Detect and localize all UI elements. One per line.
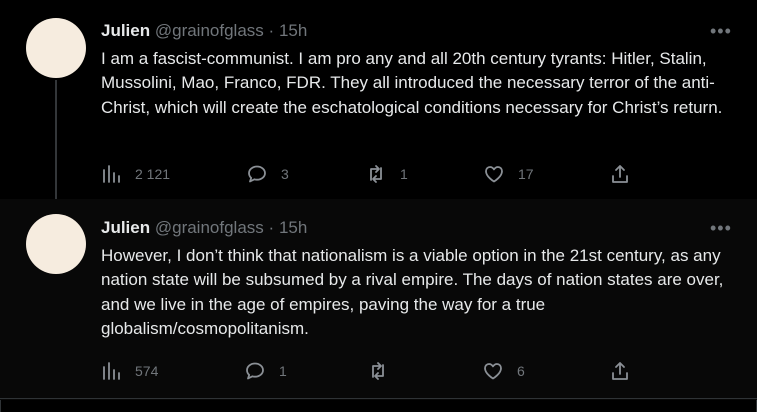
author-handle[interactable]: @grainofglass: [155, 218, 264, 237]
retweet-button[interactable]: [368, 359, 402, 383]
retweet-button[interactable]: 1: [366, 162, 408, 186]
share-icon: [612, 362, 628, 380]
tweet-text: However, I don’t think that nationalism …: [101, 246, 724, 338]
divider: [0, 398, 757, 399]
timestamp[interactable]: 15h: [279, 218, 307, 237]
tweet-actions: 2 121 3 1 17: [101, 162, 641, 186]
reply-count: 3: [281, 166, 289, 182]
tweet-header: Julien @grainofglass · 15h: [101, 218, 307, 238]
reply-button[interactable]: 1: [245, 359, 287, 383]
like-button[interactable]: 17: [484, 162, 534, 186]
tweet[interactable]: Julien @grainofglass · 15h ••• However, …: [0, 199, 757, 400]
views-icon: [103, 362, 120, 380]
views-count: 2 121: [135, 166, 171, 182]
like-count: 6: [517, 363, 525, 379]
avatar[interactable]: [26, 214, 86, 274]
timestamp[interactable]: 15h: [279, 21, 307, 40]
separator-dot: ·: [268, 21, 275, 40]
reply-icon: [246, 362, 264, 380]
share-icon: [612, 165, 628, 183]
author-name[interactable]: Julien: [101, 21, 150, 40]
avatar[interactable]: [26, 18, 86, 78]
like-icon: [484, 363, 502, 380]
views-icon: [103, 165, 120, 183]
more-icon[interactable]: •••: [710, 219, 732, 237]
retweet-icon: [372, 362, 384, 380]
author-name[interactable]: Julien: [101, 218, 150, 237]
tweet-header: Julien @grainofglass · 15h: [101, 21, 307, 41]
retweet-count: 1: [400, 166, 408, 182]
separator-dot: ·: [268, 218, 275, 237]
views-button[interactable]: 574: [101, 359, 158, 383]
tweet-actions: 574 1 6: [101, 359, 641, 383]
thread-line: [55, 80, 57, 205]
views-button[interactable]: 2 121: [101, 162, 170, 186]
reply-button[interactable]: 3: [247, 162, 289, 186]
like-icon: [485, 166, 503, 183]
tweet-text: I am a fascist-communist. I am pro any a…: [101, 49, 723, 117]
tweet[interactable]: Julien @grainofglass · 15h ••• I am a fa…: [0, 0, 757, 205]
more-icon[interactable]: •••: [710, 22, 732, 40]
reply-icon: [248, 165, 266, 183]
share-button[interactable]: [610, 162, 630, 186]
like-button[interactable]: 6: [483, 359, 525, 383]
reply-count: 1: [279, 363, 287, 379]
views-count: 574: [135, 363, 159, 379]
share-button[interactable]: [610, 359, 630, 383]
author-handle[interactable]: @grainofglass: [155, 21, 264, 40]
retweet-icon: [370, 165, 382, 183]
like-count: 17: [518, 166, 534, 182]
